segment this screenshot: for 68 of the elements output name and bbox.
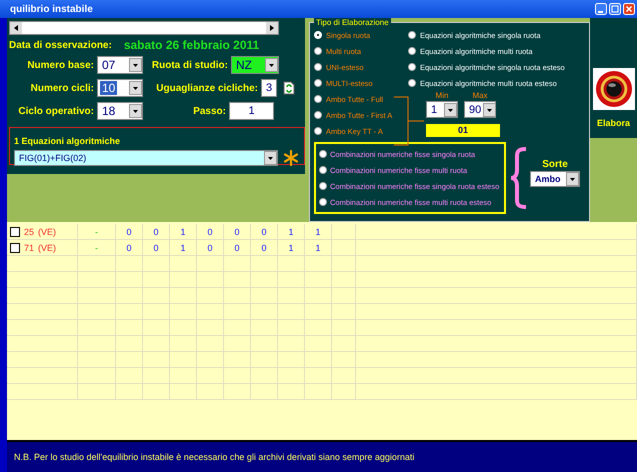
table-cell: 0 [116,240,143,256]
caret-icon[interactable] [264,151,277,165]
maximize-button[interactable] [609,3,621,15]
group-title: Tipo di Elaborazione [314,19,391,27]
field-label: Ciclo operativo: [17,106,95,116]
close-button[interactable] [623,3,635,15]
caret-icon[interactable] [483,102,496,116]
equations-dropdown[interactable]: FIG(01)+FIG(02) [14,150,278,166]
numero-cicli-dropdown[interactable]: 10 [97,79,143,97]
table-cell: 1 [170,224,197,240]
minimize-button[interactable] [595,3,607,15]
table-cell: 1 [305,224,332,240]
table-cell: 0 [116,224,143,240]
table-cell: 0 [251,224,278,240]
row-wheel: (VE) [38,226,56,236]
field-label: Passo: [192,106,227,116]
equations-label: 1 Equazioni algoritmiche [14,136,120,146]
observation-date: sabato 26 febbraio 2011 [124,38,260,52]
caret-icon[interactable] [129,81,142,95]
max-dropdown[interactable]: 90 [464,101,496,118]
scroll-bar[interactable] [9,21,279,35]
table-cell: 0 [197,240,224,256]
table-cell: 1 [305,240,332,256]
uguaglianze-field[interactable]: 3 [261,79,277,97]
numero-base-dropdown[interactable]: 07 [97,56,143,74]
brace-icon [508,147,528,209]
max-label: Max [472,91,488,101]
elabora-button[interactable] [592,68,634,110]
field-label: Numero cicli: [30,82,95,94]
field-label: Numero base: [26,60,95,70]
key-value: 01 [426,124,500,137]
caret-icon[interactable] [129,104,142,118]
elabora-label: Elabora [596,118,630,128]
ciclo-operativo-dropdown[interactable]: 18 [97,102,143,120]
row-checkbox[interactable] [10,242,20,252]
caret-icon[interactable] [444,102,457,116]
document-icon[interactable] [283,81,295,95]
row-number: 71 [24,242,34,252]
table-cell: 0 [143,224,170,240]
table-cell: 0 [251,240,278,256]
row-number: 25 [24,226,34,236]
table-cell: 1 [278,224,305,240]
caret-icon[interactable] [265,58,278,72]
table-cell: - [78,240,116,256]
ruota-dropdown[interactable]: NZ [231,56,279,74]
passo-field[interactable]: 1 [229,102,274,120]
min-label: Min [436,91,448,101]
table-cell: 1 [170,240,197,256]
row-wheel: (VE) [38,242,56,252]
table-cell: 1 [278,240,305,256]
table-cell: 0 [224,224,251,240]
caret-icon[interactable] [129,58,142,72]
bracket-lines [394,95,424,147]
observation-label: Data di osservazione: [9,40,112,50]
min-dropdown[interactable]: 1 [426,101,458,118]
window-title: quilibrio instabile [10,4,93,14]
sorte-dropdown[interactable]: Ambo [530,171,580,187]
field-label: Ruota di studio: [150,60,229,70]
table-cell: - [78,224,116,240]
row-checkbox[interactable] [10,226,20,236]
snowflake-icon[interactable] [282,149,300,167]
table-cell: 0 [224,240,251,256]
status-note: N.B. Per lo studio dell'equilibrio instabile è necessario che gli archivi derivati siano sempre aggiornati [14,452,414,462]
table-cell: 0 [197,224,224,240]
caret-icon[interactable] [566,172,579,186]
field-label: Uguaglianze cicliche: [155,82,259,94]
sorte-label: Sorte [542,159,568,170]
table-cell: 0 [143,240,170,256]
